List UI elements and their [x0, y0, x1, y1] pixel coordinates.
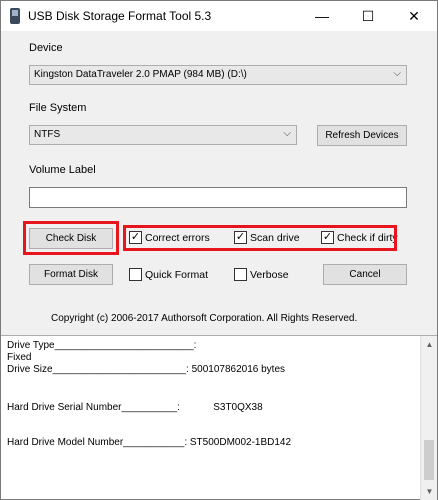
output-line: Hard Drive Model Number___________: ST50…: [7, 437, 292, 448]
output-scrollbar[interactable]: ▲ ▼: [420, 336, 437, 500]
checkbox-empty-icon: [129, 268, 142, 281]
chevron-down-icon: ⌵: [283, 128, 291, 139]
maximize-button[interactable]: ☐: [345, 1, 391, 31]
close-icon: ✕: [408, 7, 420, 24]
volume-label-input[interactable]: [29, 187, 407, 208]
scan-drive-checkbox[interactable]: ✓ Scan drive: [234, 231, 300, 244]
cancel-button[interactable]: Cancel: [323, 264, 407, 285]
correct-errors-checkbox[interactable]: ✓ Correct errors: [129, 231, 210, 244]
verbose-label: Verbose: [250, 268, 289, 281]
scan-drive-label: Scan drive: [250, 231, 300, 244]
scrollbar-thumb[interactable]: [424, 440, 434, 480]
file-system-select[interactable]: NTFS ⌵: [29, 125, 297, 145]
maximize-icon: ☐: [361, 7, 375, 24]
device-select[interactable]: Kingston DataTraveler 2.0 PMAP (984 MB) …: [29, 65, 407, 85]
window-title: USB Disk Storage Format Tool 5.3: [28, 9, 212, 23]
title-bar[interactable]: USB Disk Storage Format Tool 5.3 — ☐ ✕: [1, 1, 437, 31]
check-if-dirty-checkbox[interactable]: ✓ Check if dirty: [321, 231, 398, 244]
format-disk-button[interactable]: Format Disk: [29, 264, 113, 285]
device-label: Device: [29, 42, 63, 54]
output-line: Drive Size________________________: 5001…: [7, 364, 286, 375]
checkmark-icon: ✓: [321, 231, 334, 244]
quick-format-label: Quick Format: [145, 268, 209, 281]
output-line: Fixed: [7, 352, 32, 363]
correct-errors-label: Correct errors: [145, 231, 210, 244]
output-log[interactable]: Drive Type_________________________: Fix…: [1, 335, 437, 500]
scroll-up-icon[interactable]: ▲: [421, 336, 438, 353]
volume-label-label: Volume Label: [29, 164, 96, 176]
output-line: Hard Drive Serial Number__________: S3T0…: [7, 402, 263, 413]
scroll-down-icon[interactable]: ▼: [421, 483, 438, 500]
chevron-down-icon: ⌵: [393, 68, 401, 79]
minimize-icon: —: [315, 8, 329, 24]
checkmark-icon: ✓: [234, 231, 247, 244]
verbose-checkbox[interactable]: Verbose: [234, 268, 289, 281]
output-line: Drive Type_________________________:: [7, 340, 197, 351]
usb-drive-icon: [10, 8, 20, 24]
checkbox-empty-icon: [234, 268, 247, 281]
copyright-text: Copyright (c) 2006-2017 Authorsoft Corpo…: [51, 313, 358, 324]
file-system-label: File System: [29, 102, 87, 114]
quick-format-checkbox[interactable]: Quick Format: [129, 268, 208, 281]
device-selected-value: Kingston DataTraveler 2.0 PMAP (984 MB) …: [34, 69, 247, 80]
checkmark-icon: ✓: [129, 231, 142, 244]
minimize-button[interactable]: —: [299, 1, 345, 31]
file-system-selected-value: NTFS: [34, 129, 61, 140]
refresh-devices-button[interactable]: Refresh Devices: [317, 125, 407, 146]
close-button[interactable]: ✕: [391, 1, 437, 31]
check-if-dirty-label: Check if dirty: [337, 231, 398, 244]
check-disk-button[interactable]: Check Disk: [29, 228, 113, 249]
format-tool-window: USB Disk Storage Format Tool 5.3 — ☐ ✕ D…: [0, 0, 438, 500]
